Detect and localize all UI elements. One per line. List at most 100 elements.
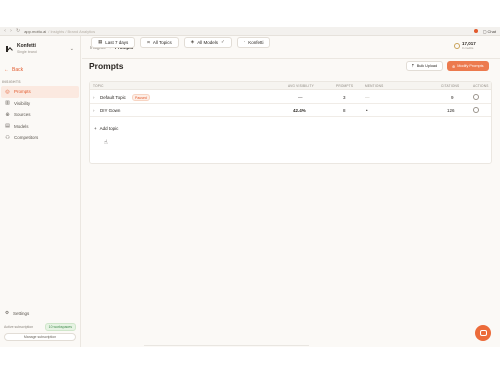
chevron-right-icon[interactable]: › (93, 108, 95, 113)
modify-prompts-label: Modify Prompts (457, 64, 484, 68)
subscription-badge: 10 workspaces (44, 323, 76, 331)
section-label: INSIGHTS (2, 80, 21, 84)
layers-icon: ▤ (5, 123, 10, 130)
arrow-left-icon: ← (4, 67, 9, 73)
sidebar-item-settings[interactable]: ⚙ Settings (5, 310, 29, 316)
filter-label: Konfetti (248, 40, 264, 45)
brand-filter[interactable]: · Konfetti (236, 37, 271, 48)
filter-label: Last 7 days (105, 40, 129, 45)
header-citations[interactable]: CITATIONS (441, 84, 459, 88)
mentions-value: — (365, 94, 370, 100)
target-icon: ◎ (5, 88, 10, 95)
url-host: app.mottu.ai (24, 28, 47, 34)
chat-label: Chat (487, 28, 496, 34)
header-prompts[interactable]: PROMPTS (336, 84, 353, 88)
calendar-icon: ▦ (98, 40, 103, 45)
sidebar-item-label: Visibility (14, 100, 31, 106)
prompts-count: 3 (343, 94, 346, 100)
bulk-upload-label: Bulk Upload (416, 64, 438, 68)
page-title: Prompts (89, 61, 124, 71)
chevron-right-icon[interactable]: › (93, 95, 95, 100)
filter-label: All Topics (152, 40, 172, 45)
plus-icon: + (94, 126, 97, 131)
table-row[interactable]: › DIY Gown 42.4% 8 • 126 (90, 104, 491, 117)
header-actions: ACTIONS (473, 84, 489, 88)
chevron-down-icon: ⌄ (69, 45, 74, 52)
sidebar-item-sources[interactable]: ⊕ Sources (1, 109, 79, 121)
filter-label: All Models (197, 40, 218, 45)
topic-name: DIY Gown (100, 108, 121, 113)
header-mentions[interactable]: MENTIONS (365, 84, 383, 88)
sidebar-item-prompts[interactable]: ◎ Prompts (1, 86, 79, 98)
more-options-icon[interactable] (473, 107, 479, 113)
edit-icon: ⊕ (452, 64, 456, 69)
reload-icon[interactable]: ↻ (16, 28, 20, 34)
upload-icon: ⤒ (412, 64, 414, 68)
check-icon: ✓ (221, 40, 225, 45)
layers-icon: ◈ (190, 40, 195, 45)
add-topic-button[interactable]: + Add topic (94, 126, 118, 131)
table-row[interactable]: › Default Topic Paused — 3 — 9 (90, 90, 491, 104)
coin-icon (454, 42, 460, 49)
chat-bubble-icon (479, 330, 487, 336)
back-arrow-icon[interactable]: ‹ (4, 28, 6, 34)
chat-widget-button[interactable] (475, 325, 491, 341)
topic-name: Default Topic (100, 94, 126, 100)
workspace-switcher[interactable]: Konfetti Single brand ⌄ (0, 36, 80, 54)
sidebar-item-visibility[interactable]: ▥ Visibility (1, 98, 79, 110)
back-link[interactable]: ← Back (4, 67, 23, 73)
citations-count: 9 (451, 94, 454, 100)
brand-name: Konfetti (17, 43, 36, 49)
forward-arrow-icon[interactable]: › (10, 28, 12, 34)
more-options-icon[interactable] (473, 93, 479, 100)
model-filter[interactable]: ◈ All Models ✓ (183, 37, 232, 48)
status-badge: Paused (132, 94, 150, 101)
header-visibility[interactable]: AVG VISIBILITY (288, 84, 314, 88)
chat-button[interactable]: ▢ Chat (483, 29, 496, 34)
table-header: TOPIC AVG VISIBILITY PROMPTS MENTIONS CI… (90, 82, 491, 90)
sidebar: Konfetti Single brand ⌄ ← Back INSIGHTS … (0, 36, 81, 347)
brand-logo-icon (6, 45, 11, 52)
browser-toolbar: ‹ › ↻ app.mottu.ai / Insights / Brand An… (0, 27, 500, 36)
sidebar-item-models[interactable]: ▤ Models (1, 121, 79, 133)
brand-subtitle: Single brand (17, 50, 37, 54)
sidebar-item-label: Prompts (14, 89, 31, 95)
subscription-text: Active subscription (4, 325, 34, 329)
settings-label: Settings (13, 310, 30, 316)
credits-subtitle: 0 credits (462, 46, 474, 50)
credits-display[interactable]: 17,017 0 credits (454, 41, 476, 50)
add-topic-label: Add topic (99, 126, 119, 131)
prompts-count: 8 (343, 108, 346, 113)
sidebar-nav: ◎ Prompts ▥ Visibility ⊕ Sources ▤ Model… (1, 86, 79, 144)
record-indicator-icon (473, 29, 478, 33)
dot-icon: · (243, 40, 246, 45)
header-topic[interactable]: TOPIC (93, 84, 104, 88)
horizontal-scrollbar[interactable] (144, 345, 309, 346)
avg-visibility: — (298, 94, 303, 100)
gear-icon: ⚙ (5, 310, 10, 315)
subscription-row: Active subscription 10 workspaces (4, 323, 76, 331)
globe-icon: ⊕ (5, 111, 10, 118)
bar-chart-icon: ▥ (5, 100, 10, 107)
sidebar-item-label: Models (14, 123, 29, 129)
hash-icon: ⌗ (147, 40, 150, 46)
sidebar-item-competitors[interactable]: ⚇ Competitors (1, 132, 79, 144)
topics-table: TOPIC AVG VISIBILITY PROMPTS MENTIONS CI… (89, 81, 492, 164)
filter-bar: ▦ Last 7 days ⌗ All Topics ◈ All Models … (91, 37, 271, 48)
chat-icon: ▢ (482, 28, 487, 34)
back-label: Back (12, 67, 24, 73)
topic-filter[interactable]: ⌗ All Topics (140, 37, 179, 48)
bulk-upload-button[interactable]: ⤒ Bulk Upload (406, 61, 444, 71)
app-window: ‹ › ↻ app.mottu.ai / Insights / Brand An… (0, 27, 500, 347)
modify-prompts-button[interactable]: ⊕ Modify Prompts (447, 61, 489, 71)
citations-count: 126 (447, 108, 455, 113)
manage-subscription-button[interactable]: Manage subscription (4, 333, 76, 341)
url-path: / Insights / Brand Analytics (48, 28, 96, 34)
date-range-filter[interactable]: ▦ Last 7 days (91, 37, 136, 48)
sidebar-item-label: Competitors (14, 135, 39, 141)
mouse-pointer-icon: ☝ (104, 139, 108, 146)
users-icon: ⚇ (5, 134, 10, 141)
address-bar[interactable]: app.mottu.ai / Insights / Brand Analytic… (24, 29, 95, 34)
mentions-value: • (366, 108, 368, 113)
avg-visibility: 42.4% (293, 108, 306, 113)
